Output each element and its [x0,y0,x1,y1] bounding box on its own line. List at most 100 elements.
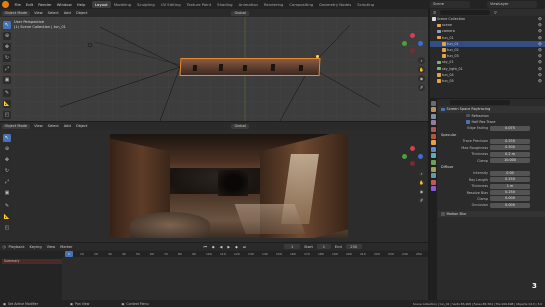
transform-orientation[interactable]: Global [231,10,249,16]
pan-hand-icon[interactable]: ✋ [418,66,425,73]
ssr-checkbox[interactable] [441,107,445,111]
menu-help[interactable]: Help [74,2,88,7]
visibility-eye-icon[interactable]: 👁 [538,29,542,33]
tunnel-model[interactable] [179,58,321,76]
output-tab-icon[interactable] [431,113,436,119]
end-frame-field[interactable]: 250 [345,244,362,249]
summary-track[interactable]: Summary [2,259,62,264]
diffuse-value-field[interactable]: 0.250 [490,177,530,183]
move-tool-icon[interactable]: ✥ [3,43,11,51]
axis-y-icon-bottom[interactable] [402,154,407,159]
visibility-eye-icon[interactable]: 👁 [538,23,542,27]
tab-uv-editing[interactable]: UV Editing [158,1,184,8]
filter-icon[interactable]: ⛛ [494,11,497,15]
next-key-icon[interactable]: ◆ [233,245,241,249]
light-object-icon[interactable] [316,55,319,58]
measure-tool-icon[interactable]: 📐 [3,100,11,108]
axis-neg-x-icon-bottom[interactable] [410,161,415,166]
tab-shading[interactable]: Shading [214,1,235,8]
material-tab-icon[interactable] [431,179,436,185]
camera-view-icon[interactable]: ◉ [418,75,425,82]
scale-tool-icon[interactable]: ⤢ [3,65,11,73]
properties-search-input[interactable] [450,100,510,105]
edge-fading-field[interactable]: 0.075 [490,125,530,131]
specular-value-field[interactable]: 10.000 [490,158,530,164]
scale-tool-icon-bottom[interactable]: ⤢ [3,178,11,186]
outliner-item[interactable]: tun_05 👁 [430,78,545,84]
tab-rendering[interactable]: Rendering [261,1,286,8]
menu-object[interactable]: Object [73,11,90,15]
menu-add-bottom[interactable]: Add [61,124,73,128]
menu-keying[interactable]: Keying [27,245,44,249]
annotate-tool-icon-bottom[interactable]: ✎ [3,202,11,210]
grid-view-icon[interactable]: # [418,84,425,91]
tab-layout[interactable]: Layout [91,1,111,8]
menu-add[interactable]: Add [61,11,73,15]
outliner-search-input[interactable] [440,10,491,15]
motion-blur-header[interactable]: Motion Blur [438,210,545,218]
visibility-eye-icon[interactable]: 👁 [538,17,542,21]
visibility-eye-icon[interactable]: 👁 [538,60,542,64]
menu-select[interactable]: Select [45,11,61,15]
current-frame-field[interactable]: 1 [284,244,301,249]
diffuse-value-field[interactable]: 0.00 [490,170,530,176]
tab-scripting[interactable]: Scripting [354,1,377,8]
tab-modeling[interactable]: Modeling [111,1,134,8]
cursor-tool-icon[interactable]: ⊕ [3,32,11,40]
select-tool-icon-bottom[interactable]: ↖ [3,134,11,142]
visibility-eye-icon[interactable]: 👁 [538,36,542,40]
tab-compositing[interactable]: Compositing [286,1,316,8]
menu-marker[interactable]: Marker [58,245,75,249]
prev-key-icon[interactable]: ◆ [209,245,217,249]
tab-texture-paint[interactable]: Texture Paint [184,1,215,8]
axis-x-icon-bottom[interactable] [410,146,415,151]
measure-tool-icon-bottom[interactable]: 📐 [3,213,11,221]
constraints-tab-icon[interactable] [431,166,436,172]
zoom-icon-bottom[interactable]: ⌕ [418,170,425,177]
specular-value-field[interactable]: 0.500 [490,145,530,151]
object-tab-icon[interactable] [431,140,436,146]
rotate-tool-icon[interactable]: ↻ [3,54,11,62]
diffuse-value-field[interactable]: 0.250 [490,190,530,196]
axis-x-icon[interactable] [410,33,415,38]
visibility-eye-icon[interactable]: 👁 [538,79,542,83]
diffuse-value-field[interactable]: 0.000 [490,196,530,202]
annotate-tool-icon[interactable]: ✎ [3,89,11,97]
menu-view[interactable]: View [32,11,46,15]
jump-start-icon[interactable]: ⏮ [201,245,209,249]
menu-render[interactable]: Render [36,2,55,7]
axis-y-icon[interactable] [402,41,407,46]
outliner-type-icon[interactable]: ☰ [433,11,436,15]
visibility-eye-icon[interactable]: 👁 [538,42,542,46]
transform-tool-icon-bottom[interactable]: ▣ [3,189,11,197]
visibility-eye-icon[interactable]: 👁 [538,67,542,71]
view-layer-selector[interactable]: ViewLayer [487,1,537,8]
visibility-eye-icon[interactable]: 👁 [538,48,542,52]
start-frame-field[interactable]: 1 [316,244,331,249]
particles-tab-icon[interactable] [431,153,436,159]
specular-value-field[interactable]: 0.2 m [490,151,530,157]
tab-animation[interactable]: Animation [236,1,261,8]
diffuse-value-field[interactable]: 1 m [490,183,530,189]
transform-tool-icon[interactable]: ▣ [3,76,11,84]
rotate-tool-icon-bottom[interactable]: ↻ [3,167,11,175]
world-tab-icon[interactable] [431,133,436,139]
scene-tab-icon[interactable] [431,126,436,132]
menu-file[interactable]: File [12,2,23,7]
timeline-area[interactable] [62,257,428,300]
scene-selector[interactable]: Scene [430,1,470,8]
select-tool-icon[interactable]: ↖ [3,21,11,29]
pan-hand-icon-bottom[interactable]: ✋ [418,179,425,186]
mode-selector-bottom[interactable]: Object Mode [1,123,31,129]
grid-view-icon-bottom[interactable]: # [418,197,425,204]
menu-edit[interactable]: Edit [23,2,35,7]
viewport-top[interactable]: User Perspective (1) Scene Collection | … [0,17,428,121]
data-tab-icon[interactable] [431,173,436,179]
diffuse-value-field[interactable]: 0.000 [490,202,530,208]
zoom-icon[interactable]: ⌕ [418,57,425,64]
add-cube-tool-icon[interactable]: ◰ [3,111,11,119]
halfres-checkbox[interactable] [466,120,470,124]
blender-logo-icon[interactable] [2,1,9,8]
menu-select-bottom[interactable]: Select [45,124,61,128]
axis-z-icon[interactable] [418,41,423,46]
